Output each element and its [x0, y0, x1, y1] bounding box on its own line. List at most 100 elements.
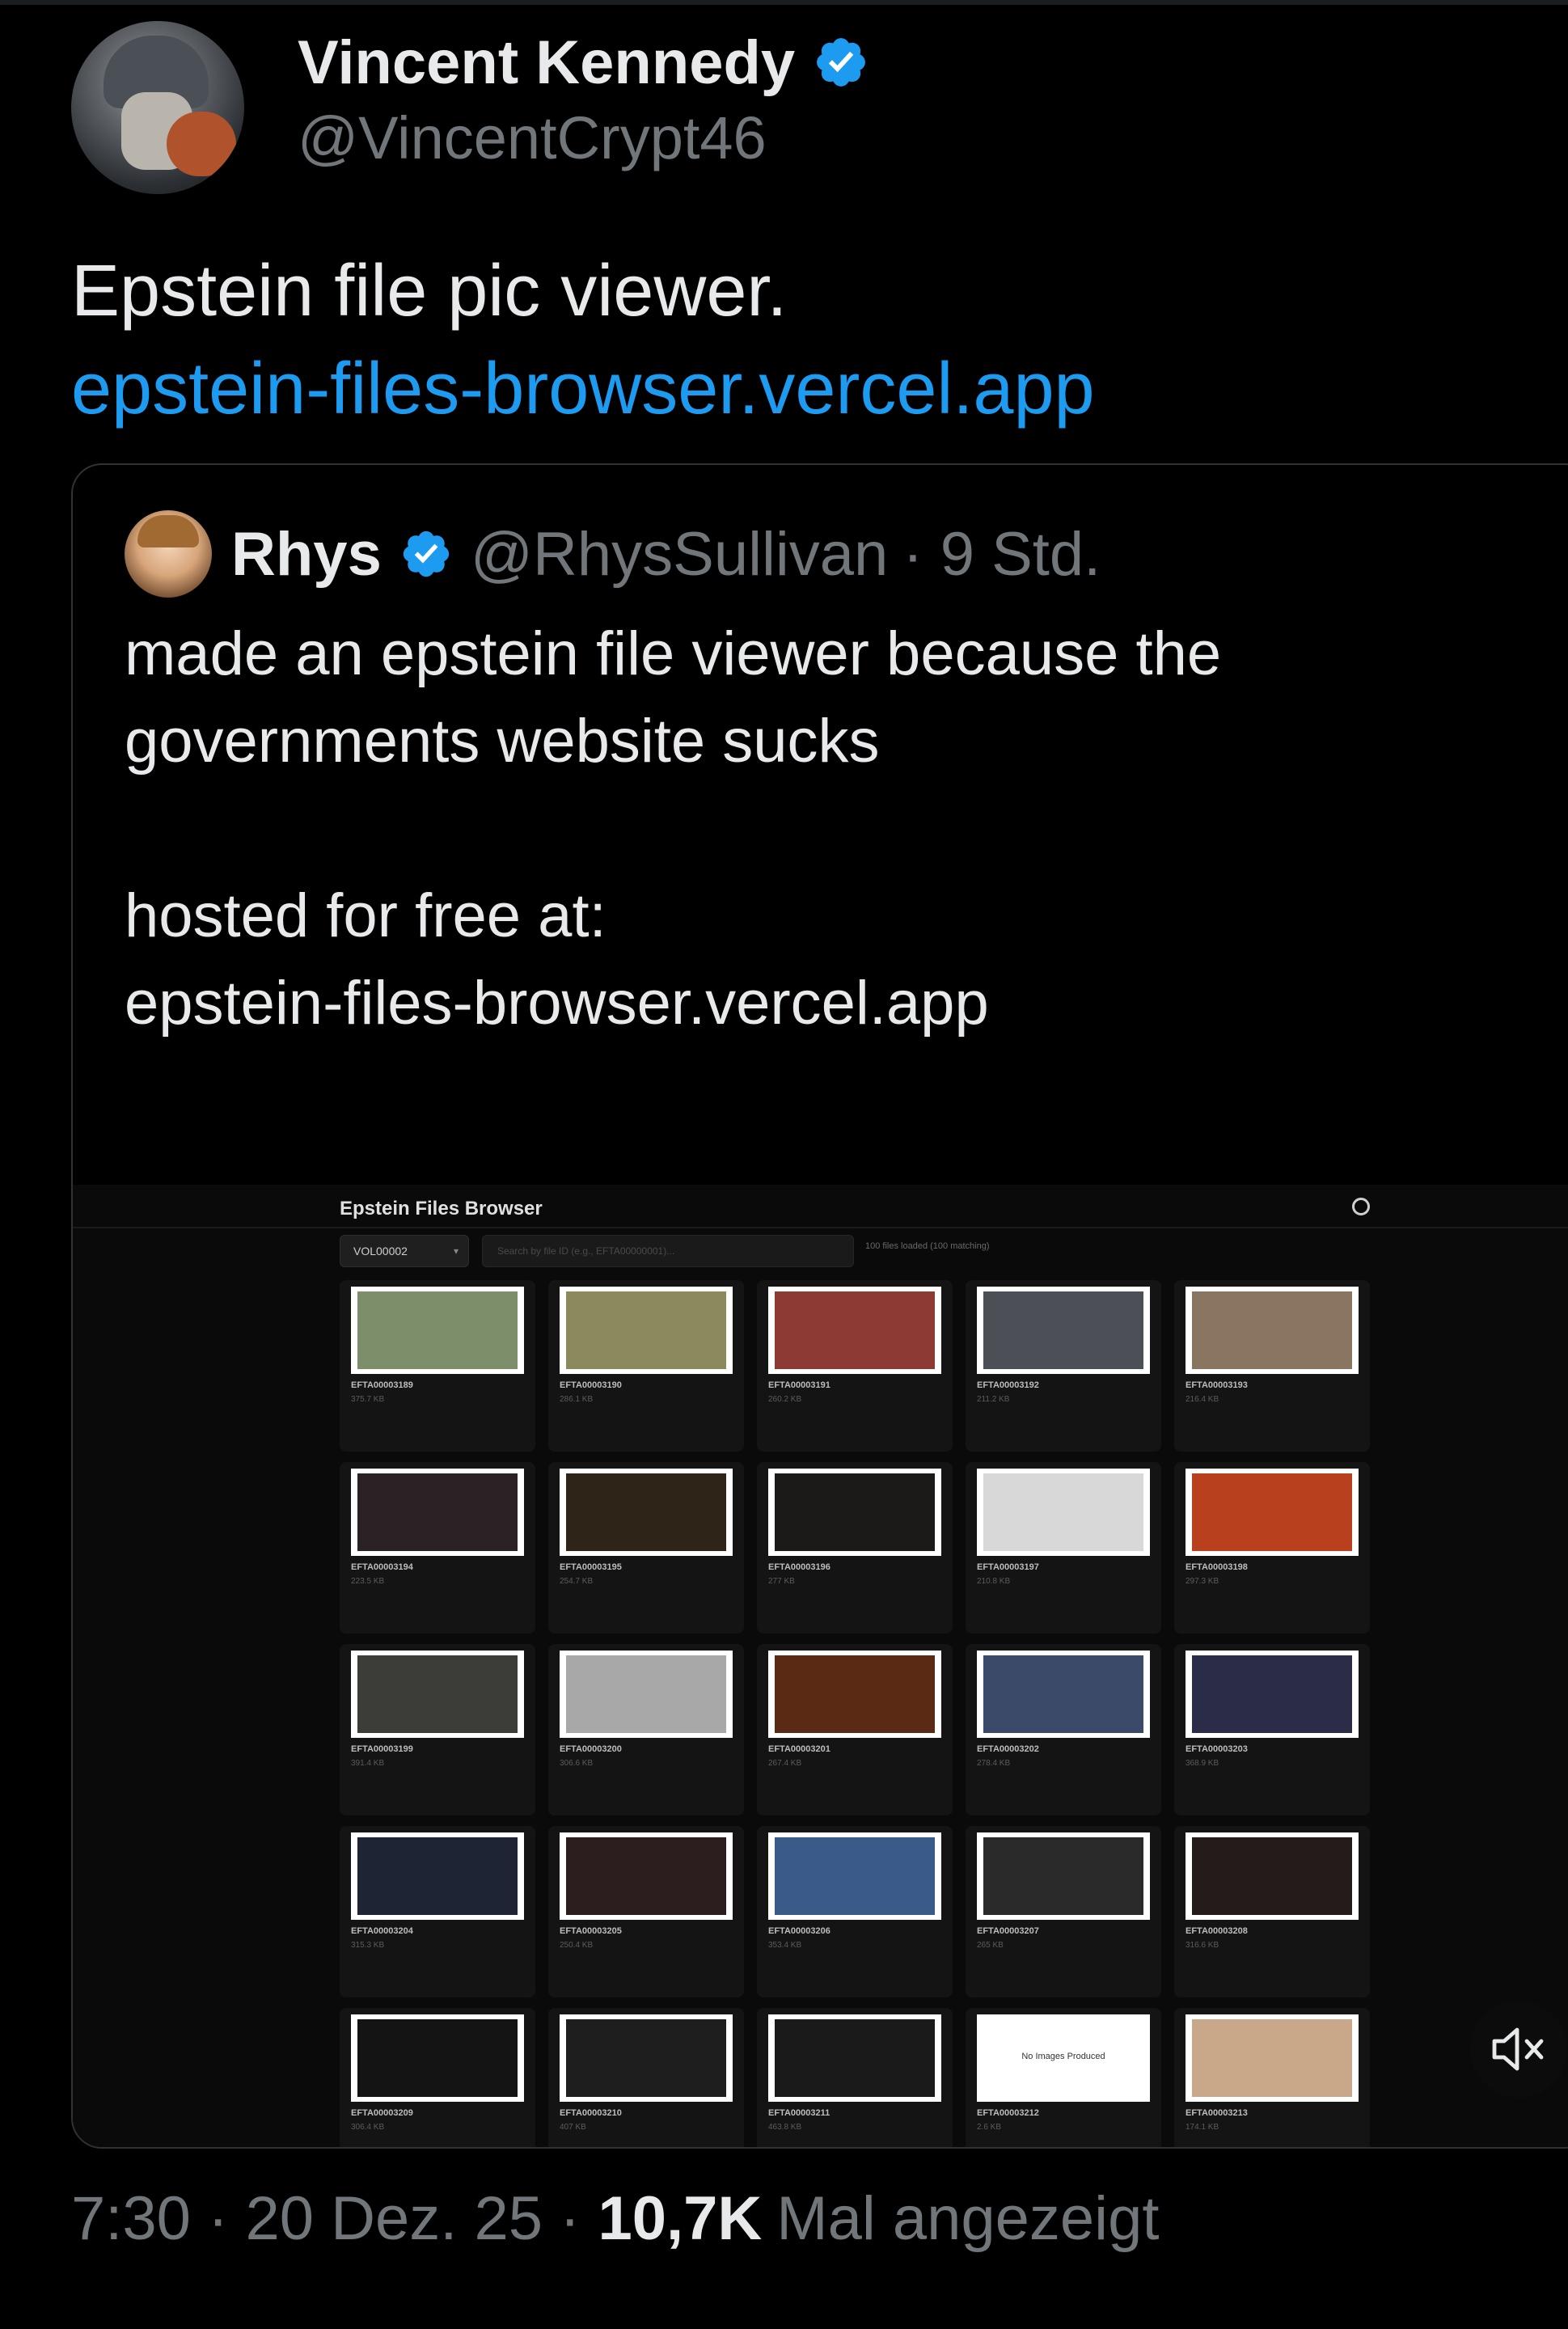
thumbnail-image — [357, 2019, 518, 2097]
file-thumbnail — [1186, 1287, 1359, 1374]
author-handle[interactable]: @VincentCrypt46 — [298, 104, 767, 172]
thumbnail-image — [1192, 1473, 1352, 1551]
file-thumbnail — [1186, 1469, 1359, 1556]
file-card: EFTA00003189 375.7 KB — [340, 1280, 535, 1452]
file-size: 216.4 KB — [1186, 1395, 1219, 1404]
thumbnail-image — [357, 1291, 518, 1369]
file-size: 353.4 KB — [768, 1941, 802, 1950]
file-card: EFTA00003213 174.1 KB — [1174, 2008, 1370, 2147]
view-count: 10,7K — [598, 2184, 763, 2253]
file-card: No Images Produced EFTA00003212 2.6 KB — [966, 2008, 1161, 2147]
file-grid: EFTA00003189 375.7 KB EFTA00003190 286.1 KB… — [340, 1280, 1370, 2147]
mute-toggle-button[interactable] — [1470, 2001, 1567, 2098]
file-size: 316.6 KB — [1186, 1941, 1219, 1950]
no-image-label: No Images Produced — [1021, 2052, 1105, 2061]
file-card: EFTA00003208 316.6 KB — [1174, 1826, 1370, 1997]
quoted-author-name[interactable]: Rhys — [231, 519, 382, 590]
thumbnail-image — [1192, 1291, 1352, 1369]
quoted-tweet-header: Rhys @RhysSullivan · 9 Std. — [231, 514, 1101, 594]
quoted-tweet-card[interactable]: Rhys @RhysSullivan · 9 Std. made an epst… — [71, 463, 1568, 2149]
quoted-text-line: made an epstein file viewer because the — [125, 619, 1222, 688]
file-id: EFTA00003211 — [768, 2108, 830, 2118]
file-id: EFTA00003203 — [1186, 1744, 1248, 1754]
file-id: EFTA00003202 — [977, 1744, 1039, 1754]
file-size: 265 KB — [977, 1941, 1004, 1950]
file-card: EFTA00003195 254.7 KB — [548, 1462, 744, 1634]
file-card: EFTA00003207 265 KB — [966, 1826, 1161, 1997]
file-size: 463.8 KB — [768, 2123, 802, 2132]
file-size: 2.6 KB — [977, 2123, 1002, 2132]
file-size: 211.2 KB — [977, 1395, 1010, 1404]
file-id: EFTA00003193 — [1186, 1380, 1248, 1390]
file-thumbnail — [768, 1832, 941, 1920]
verified-badge-icon — [817, 38, 866, 87]
thumbnail-image — [357, 1655, 518, 1733]
file-size: 407 KB — [560, 2123, 586, 2132]
thumbnail-image — [775, 1655, 935, 1733]
author-name-row: Vincent Kennedy — [298, 27, 869, 97]
file-card: EFTA00003209 306.4 KB — [340, 2008, 535, 2147]
file-thumbnail — [1186, 2014, 1359, 2102]
file-card: EFTA00003194 223.5 KB — [340, 1462, 535, 1634]
file-size: 306.6 KB — [560, 1759, 594, 1768]
file-card: EFTA00003202 278.4 KB — [966, 1644, 1161, 1815]
author-avatar[interactable] — [71, 21, 244, 194]
author-name[interactable]: Vincent Kennedy — [298, 27, 795, 98]
tweet-link[interactable]: epstein-files-browser.vercel.app — [71, 344, 1095, 433]
file-size: 254.7 KB — [560, 1577, 594, 1586]
file-id: EFTA00003195 — [560, 1562, 622, 1572]
file-id: EFTA00003199 — [351, 1744, 413, 1754]
tweet-footer: 7:30 · 20 Dez. 25 · 10,7K Mal angezeigt — [71, 2183, 1159, 2254]
thumbnail-image — [983, 1473, 1143, 1551]
file-card: EFTA00003199 391.4 KB — [340, 1644, 535, 1815]
file-id: EFTA00003194 — [351, 1562, 413, 1572]
file-thumbnail — [351, 2014, 524, 2102]
embedded-screenshot[interactable]: Epstein Files Browser VOL00002 ▾ Search … — [73, 1185, 1568, 2147]
file-thumbnail — [768, 1287, 941, 1374]
file-card: EFTA00003206 353.4 KB — [757, 1826, 953, 1997]
file-id: EFTA00003190 — [560, 1380, 622, 1390]
volume-select: VOL00002 ▾ — [340, 1235, 469, 1267]
app-header-divider — [73, 1227, 1568, 1228]
file-search-input: Search by file ID (e.g., EFTA00000001)..… — [482, 1235, 854, 1267]
file-id: EFTA00003200 — [560, 1744, 622, 1754]
file-size: 306.4 KB — [351, 2123, 385, 2132]
file-card: EFTA00003196 277 KB — [757, 1462, 953, 1634]
thumbnail-image — [566, 2019, 726, 2097]
file-id: EFTA00003212 — [977, 2108, 1039, 2118]
file-size: 297.3 KB — [1186, 1577, 1219, 1586]
file-card: EFTA00003200 306.6 KB — [548, 1644, 744, 1815]
file-card: EFTA00003204 315.3 KB — [340, 1826, 535, 1997]
file-thumbnail — [977, 1651, 1150, 1738]
volume-value: VOL00002 — [353, 1245, 408, 1257]
quoted-author-avatar[interactable] — [125, 510, 212, 598]
file-size: 277 KB — [768, 1577, 795, 1586]
file-thumbnail — [351, 1287, 524, 1374]
thumbnail-image — [566, 1291, 726, 1369]
thumbnail-image — [983, 1291, 1143, 1369]
quoted-text-line: governments website sucks — [125, 707, 880, 776]
file-card: EFTA00003193 216.4 KB — [1174, 1280, 1370, 1452]
file-id: EFTA00003201 — [768, 1744, 830, 1754]
file-card: EFTA00003197 210.8 KB — [966, 1462, 1161, 1634]
speaker-muted-icon — [1492, 2027, 1544, 2071]
views-label: Mal angezeigt — [776, 2184, 1160, 2253]
file-card: EFTA00003198 297.3 KB — [1174, 1462, 1370, 1634]
quoted-author-handle[interactable]: @RhysSullivan — [471, 519, 888, 590]
file-card: EFTA00003210 407 KB — [548, 2008, 744, 2147]
thumbnail-image — [1192, 1837, 1352, 1915]
file-card: EFTA00003201 267.4 KB — [757, 1644, 953, 1815]
file-id: EFTA00003192 — [977, 1380, 1039, 1390]
thumbnail-image — [775, 2019, 935, 2097]
file-id: EFTA00003213 — [1186, 2108, 1248, 2118]
thumbnail-image — [775, 1473, 935, 1551]
thumbnail-image — [566, 1473, 726, 1551]
quoted-tweet-time: · 9 Std. — [902, 519, 1101, 589]
tweet-text: Epstein file pic viewer. — [71, 251, 788, 332]
file-card: EFTA00003190 286.1 KB — [548, 1280, 744, 1452]
thumbnail-image — [357, 1837, 518, 1915]
tweet-timestamp[interactable]: 7:30 · 20 Dez. 25 · — [71, 2183, 580, 2254]
top-divider — [0, 0, 1568, 5]
file-thumbnail — [1186, 1832, 1359, 1920]
file-size: 260.2 KB — [768, 1395, 802, 1404]
